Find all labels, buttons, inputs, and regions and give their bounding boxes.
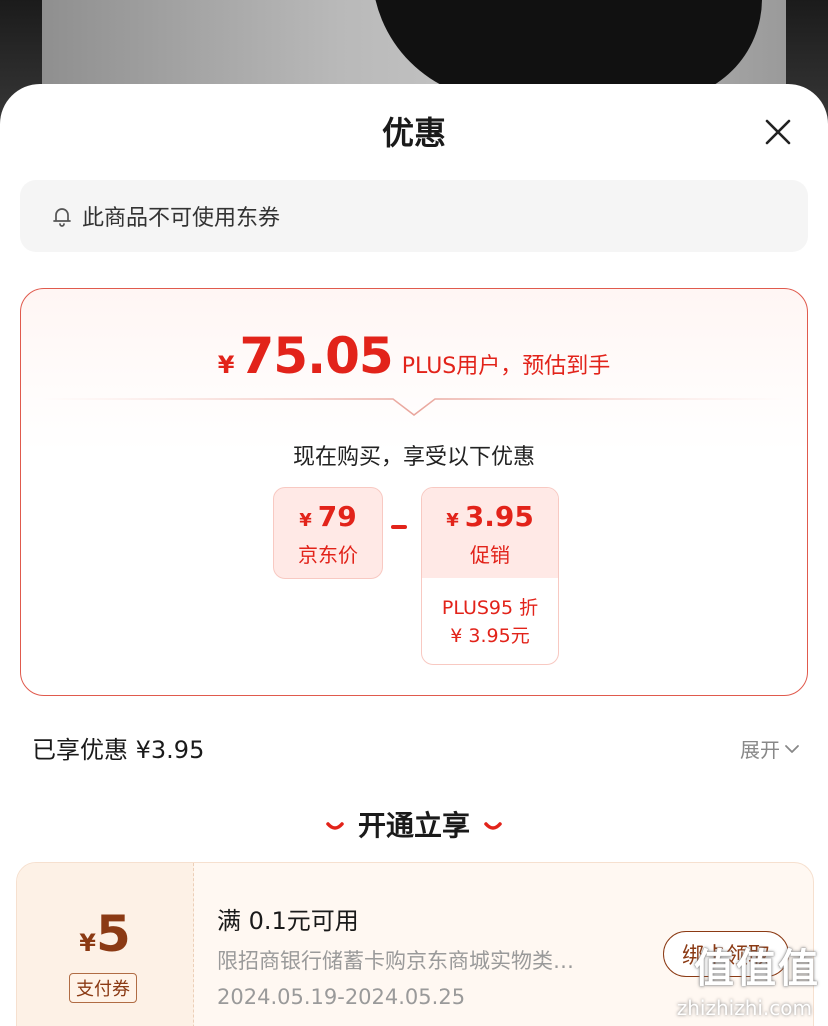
promo-detail-amount: ¥ 3.95元 [450, 625, 530, 647]
close-icon[interactable] [764, 118, 792, 146]
promo-label: 促销 [470, 543, 510, 567]
jd-price-currency: ¥ [299, 510, 312, 531]
coupon-condition: 满 0.1元可用 [217, 907, 359, 935]
coupon-tag: 支付券 [69, 973, 137, 1003]
estimate-currency: ¥ [217, 351, 235, 379]
minus-sign [391, 525, 407, 529]
price-card: ¥ 75.05 PLUS用户，预估到手 现在购买，享受以下优惠 ¥79 京东价 … [20, 288, 808, 696]
coupon-value-panel: ¥5 支付券 [17, 863, 194, 1026]
watermark-url: zhizhizhi.com [676, 996, 812, 1020]
chevron-down-icon [785, 744, 799, 753]
estimate-amount: 75.05 [239, 327, 394, 385]
discount-sheet: 优惠 此商品不可使用东券 ¥ 75.05 PLUS用户，预估到手 现在购买，享受… [0, 84, 828, 1026]
coupon-notice: 此商品不可使用东券 [20, 180, 808, 252]
promo-value: 3.95 [464, 500, 534, 533]
breakdown-heading: 现在购买，享受以下优惠 [292, 445, 535, 470]
promotion-box: ¥3.95 促销 PLUS95 折 ¥ 3.95元 [421, 487, 559, 665]
expand-button[interactable]: 展开 [740, 734, 800, 763]
jd-price-value: 79 [317, 500, 357, 533]
jd-price-label: 京东价 [298, 543, 358, 567]
coupon-amount: ¥5 [17, 905, 193, 963]
estimate-label: PLUS用户，预估到手 [401, 354, 611, 379]
expand-label: 展开 [740, 738, 780, 762]
coupon-description: 限招商银行储蓄卡购京东商城实物类… [217, 949, 574, 973]
coupon-dates: 2024.05.19-2024.05.25 [217, 985, 466, 1009]
jd-price-box: ¥79 京东价 [273, 487, 383, 579]
section-title: 开通立享 [357, 809, 470, 842]
open-membership-section: 开通立享 [0, 804, 828, 844]
notice-text: 此商品不可使用东券 [82, 206, 281, 231]
sheet-title: 优惠 [381, 114, 446, 152]
promo-currency: ¥ [446, 510, 459, 531]
smile-decoration-icon [326, 822, 344, 830]
promo-detail-rate: PLUS95 折 [441, 597, 539, 619]
estimated-price: ¥ 75.05 PLUS用户，预估到手 [21, 327, 807, 385]
coupon-currency: ¥ [79, 929, 96, 957]
coupon-amount-value: 5 [95, 905, 131, 963]
smile-decoration-icon [484, 822, 502, 830]
bell-icon [53, 208, 71, 227]
watermark-logo: 值值值 [694, 946, 820, 992]
enjoyed-discount: 已享优惠 ¥3.95 [32, 736, 205, 764]
price-divider [41, 398, 787, 416]
